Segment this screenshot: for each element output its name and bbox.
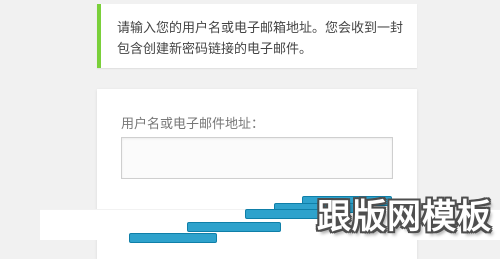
info-message-line-1: 请输入您的用户名或电子邮箱地址。您会收到一封 xyxy=(117,21,404,36)
username-email-field[interactable] xyxy=(121,137,393,179)
info-message-line-2: 包含创建新密码链接的电子邮件。 xyxy=(117,42,313,57)
username-label: 用户名或电子邮件地址： xyxy=(121,117,265,132)
watermark-logo: 跟版网模板 xyxy=(317,197,492,237)
stacked-submit-button-5[interactable] xyxy=(129,233,217,243)
info-message: 请输入您的用户名或电子邮箱地址。您会收到一封 包含创建新密码链接的电子邮件。 xyxy=(97,4,417,68)
stacked-submit-button-4[interactable] xyxy=(187,222,281,232)
